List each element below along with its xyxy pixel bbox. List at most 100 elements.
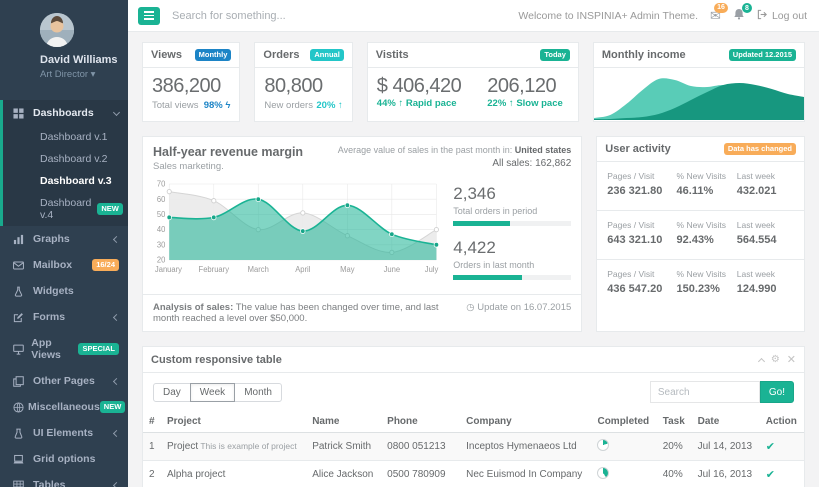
revenue-footer: Analysis of sales: The value has been ch…: [143, 294, 581, 331]
orders-metric: 20% ↑: [316, 100, 342, 111]
welcome-text: Welcome to INSPINIA+ Admin Theme.: [518, 10, 698, 22]
logout-button[interactable]: Log out: [757, 9, 807, 23]
activity-label: % New Visits: [677, 171, 737, 181]
activity-label: Pages / Visit: [607, 220, 676, 230]
status-badge: Updated 12.2015: [729, 49, 796, 61]
sidebar-item-mailbox[interactable]: Mailbox16/24: [0, 252, 128, 278]
svg-text:February: February: [199, 265, 230, 274]
progress-bar: [453, 221, 571, 226]
chevron-down-icon: [113, 108, 120, 115]
cell-company: Nec Euismod In Company: [460, 461, 591, 487]
collapse-icon[interactable]: [758, 357, 765, 364]
sidebar-item-widgets[interactable]: Widgets: [0, 278, 128, 304]
page-content: Views Monthly 386,200 Total views 98% ϟ …: [128, 32, 819, 487]
cell-completed: [591, 433, 656, 461]
level-up-icon: ↑: [509, 98, 514, 109]
sidebar-item-ui-elements[interactable]: UI Elements: [0, 420, 128, 446]
messages-button[interactable]: ✉ 16: [710, 8, 721, 24]
visits-panel: Vistits Today $ 406,420 44% ↑ Rapid pace…: [367, 42, 579, 122]
close-icon[interactable]: ✕: [787, 353, 796, 366]
column-header-project: Project: [161, 411, 306, 433]
sidebar-items: Graphs Mailbox16/24WidgetsFormsApp ViewsS…: [0, 226, 128, 487]
column-header-task: Task: [657, 411, 692, 433]
bolt-icon: ϟ: [225, 100, 230, 111]
views-label: Total views: [152, 100, 198, 111]
sidebar-subitem-dashboard-v-4[interactable]: Dashboard v.4NEW: [3, 192, 128, 226]
filter-button-day[interactable]: Day: [153, 383, 191, 402]
table-icon: [13, 480, 29, 487]
sidebar-subitem-dashboard-v-2[interactable]: Dashboard v.2: [3, 148, 128, 170]
alerts-button[interactable]: 8: [733, 8, 745, 23]
panel-title: Monthly income: [602, 49, 686, 61]
table-search-input[interactable]: [650, 381, 760, 403]
sidebar-item-other-pages[interactable]: Other Pages: [0, 368, 128, 394]
sidebar-item-app-views[interactable]: App ViewsSPECIAL: [0, 330, 128, 368]
filter-button-month[interactable]: Month: [234, 383, 282, 402]
sidebar-subitem-dashboard-v-3[interactable]: Dashboard v.3: [3, 170, 128, 192]
activity-value: 236 321.80: [607, 185, 676, 197]
navbar-right: Welcome to INSPINIA+ Admin Theme. ✉ 16 8…: [518, 8, 807, 24]
svg-text:April: April: [295, 265, 310, 274]
user-role-dropdown[interactable]: Art Director ▾: [40, 69, 120, 80]
level-up-icon: ↑: [338, 100, 343, 111]
wrench-icon[interactable]: ⚙: [771, 354, 780, 365]
sidebar-item-label: Tables: [33, 479, 65, 487]
activity-label: Last week: [737, 171, 794, 181]
orders-label: New orders: [264, 100, 313, 111]
cell-name: Alice Jackson: [306, 461, 381, 487]
sidebar-item-label: Dashboards: [33, 107, 94, 119]
top-navbar: Welcome to INSPINIA+ Admin Theme. ✉ 16 8…: [128, 0, 819, 32]
status-badge: Data has changed: [724, 143, 796, 155]
sidebar-item-label: App Views: [31, 337, 78, 361]
sidebar-item-dashboards[interactable]: Dashboards: [3, 100, 128, 126]
table-body: 1Project This is example of projectPatri…: [143, 433, 804, 487]
sidebar-item-tables[interactable]: Tables: [0, 472, 128, 487]
svg-text:20: 20: [157, 255, 166, 264]
sidebar-item-forms[interactable]: Forms: [0, 304, 128, 330]
panel-title: Custom responsive table: [151, 354, 282, 366]
envelope-icon: [13, 260, 29, 271]
activity-value: 150.23%: [677, 283, 737, 295]
activity-cell: Last week124.990: [737, 269, 794, 295]
chevron-left-icon: [113, 377, 120, 384]
check-icon[interactable]: ✔: [766, 469, 775, 481]
visits-col-1: $ 406,420 44% ↑ Rapid pace: [377, 75, 461, 109]
logout-label: Log out: [772, 10, 807, 22]
sidebar-badge: NEW: [100, 401, 126, 413]
chevron-left-icon: [113, 235, 120, 242]
sign-out-icon: [757, 9, 768, 23]
stats-row: Views Monthly 386,200 Total views 98% ϟ …: [142, 42, 805, 122]
table-header-row: #ProjectNamePhoneCompanyCompletedTaskDat…: [143, 411, 804, 433]
sidebar-item-grid-options[interactable]: Grid options: [0, 446, 128, 472]
chevron-left-icon: [113, 313, 120, 320]
go-button[interactable]: Go!: [760, 381, 794, 403]
cell-date: Jul 16, 2013: [692, 461, 760, 487]
check-icon[interactable]: ✔: [766, 441, 775, 453]
column-header-completed: Completed: [591, 411, 656, 433]
filter-button-week[interactable]: Week: [190, 383, 235, 402]
middle-row: Half-year revenue margin Sales marketing…: [142, 136, 805, 332]
search-input[interactable]: [172, 10, 392, 22]
activity-value: 432.021: [737, 185, 794, 197]
all-sales-text: All sales: 162,862: [338, 158, 571, 169]
svg-text:70: 70: [157, 179, 166, 188]
globe-icon: [13, 402, 24, 413]
orders-panel: Orders Annual 80,800 New orders 20% ↑: [254, 42, 352, 122]
menu-toggle-button[interactable]: [138, 7, 160, 25]
activity-cell: Last week564.554: [737, 220, 794, 246]
sidebar-item-graphs[interactable]: Graphs: [0, 226, 128, 252]
cell-phone: 0500 780909: [381, 461, 460, 487]
sidebar-subitem-dashboard-v-1[interactable]: Dashboard v.1: [3, 126, 128, 148]
activity-value: 124.990: [737, 283, 794, 295]
activity-value: 436 547.20: [607, 283, 676, 295]
bar-chart-icon: [13, 234, 29, 245]
sidebar-item-miscellaneous[interactable]: MiscellaneousNEW: [0, 394, 128, 420]
revenue-title: Half-year revenue margin: [153, 145, 303, 159]
cell-task: 40%: [657, 461, 692, 487]
cell-completed: [591, 461, 656, 487]
visits-col-2: 206,120 22% ↑ Slow pace: [487, 75, 563, 109]
income-chart: [594, 68, 804, 121]
beaker-icon: [13, 428, 29, 439]
sidebar-item-label: Graphs: [33, 233, 70, 245]
revenue-chart: 203040506070JanuaryFebruaryMarchAprilMay…: [153, 178, 439, 292]
